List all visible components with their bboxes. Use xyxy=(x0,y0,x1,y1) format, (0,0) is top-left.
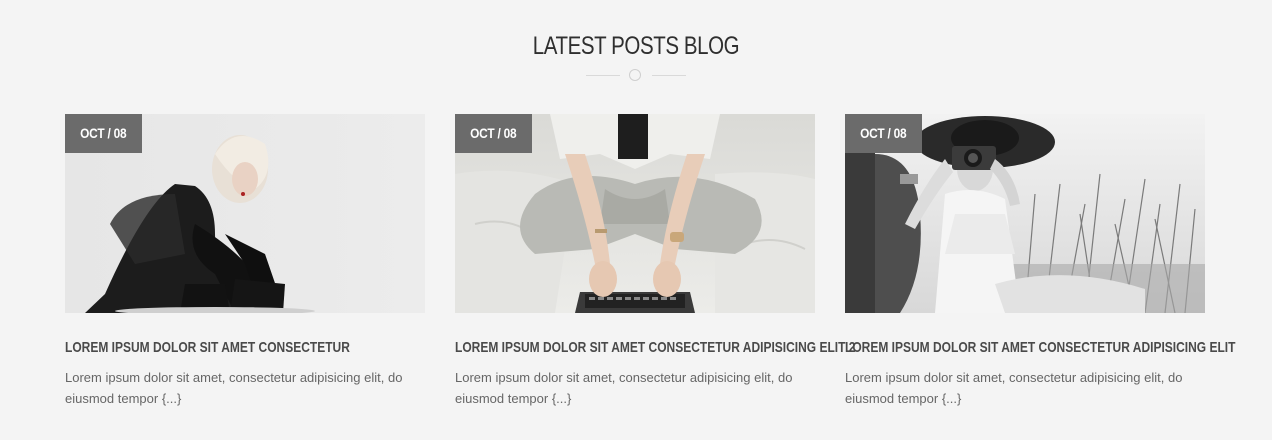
title-divider xyxy=(586,69,686,83)
post-excerpt: Lorem ipsum dolor sit amet, consectetur … xyxy=(65,370,403,406)
blog-post-card: OCT / 08 LOREM IPSUM DOLOR SIT AMET CONS… xyxy=(845,114,1235,406)
post-excerpt: Lorem ipsum dolor sit amet, consectetur … xyxy=(455,370,793,406)
divider-circle-icon xyxy=(629,69,641,81)
post-excerpt: Lorem ipsum dolor sit amet, consectetur … xyxy=(845,370,1183,406)
post-thumbnail[interactable]: OCT / 08 xyxy=(65,114,425,313)
post-title-link[interactable]: LOREM IPSUM DOLOR SIT AMET CONSECTETUR xyxy=(65,338,417,358)
post-title-link[interactable]: LOREM IPSUM DOLOR SIT AMET CONSECTETUR A… xyxy=(845,338,1235,358)
divider-line-right xyxy=(652,75,686,76)
blog-post-card: OCT / 08 LOREM IPSUM DOLOR SIT AMET CONS… xyxy=(65,114,425,406)
date-badge: OCT / 08 xyxy=(845,114,922,153)
post-thumbnail[interactable]: OCT / 08 xyxy=(845,114,1205,313)
blog-post-card: OCT / 08 LOREM IPSUM DOLOR SIT AMET CONS… xyxy=(455,114,855,406)
date-badge: OCT / 08 xyxy=(455,114,532,153)
section-title: LATEST POSTS BLOG xyxy=(532,32,740,60)
divider-line-left xyxy=(586,75,620,76)
post-thumbnail[interactable]: OCT / 08 xyxy=(455,114,815,313)
post-title-link[interactable]: LOREM IPSUM DOLOR SIT AMET CONSECTETUR A… xyxy=(455,338,855,358)
date-badge: OCT / 08 xyxy=(65,114,142,153)
